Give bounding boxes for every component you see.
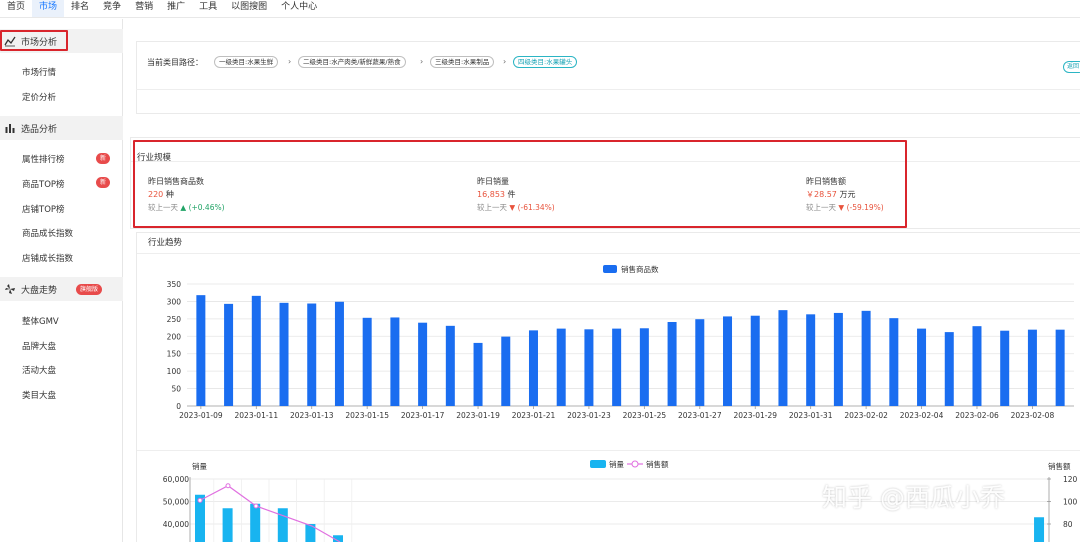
y-left-tick-label: 60,000 [163, 475, 189, 484]
bar [222, 508, 233, 542]
legend-volume: 销量 [609, 459, 624, 469]
legend-revenue: 销售额 [646, 459, 669, 469]
y-right-tick-label: 120 [1063, 475, 1078, 484]
y-left-tick-label: 40,000 [163, 520, 189, 529]
bar [250, 503, 261, 542]
revenue-line [199, 485, 341, 542]
volume-revenue-combo-chart: 销量 销售额 销量 销售额 40,000 50,000 60,000 80 100 120 [163, 459, 1078, 542]
y-left-tick-label: 50,000 [163, 498, 189, 507]
revenue-point [225, 483, 231, 489]
y-right-tick-label: 80 [1063, 520, 1073, 529]
y-axis-right-label: 销售额 [1048, 461, 1071, 471]
legend-swatch-volume [590, 460, 606, 468]
revenue-point [253, 503, 259, 509]
bar [277, 508, 288, 542]
y-right-tick-label: 100 [1063, 498, 1078, 507]
watermark: 知乎 @西瓜小乔 [822, 483, 1005, 512]
app-root: 首页 市场 排名 竞争 营销 推广 工具 以图搜图 个人中心 市场分析 市场行情… [0, 0, 1080, 542]
legend-marker-revenue [631, 460, 639, 468]
bar [1034, 517, 1045, 542]
y-axis-left-label: 销量 [192, 461, 207, 471]
revenue-point [197, 497, 203, 503]
